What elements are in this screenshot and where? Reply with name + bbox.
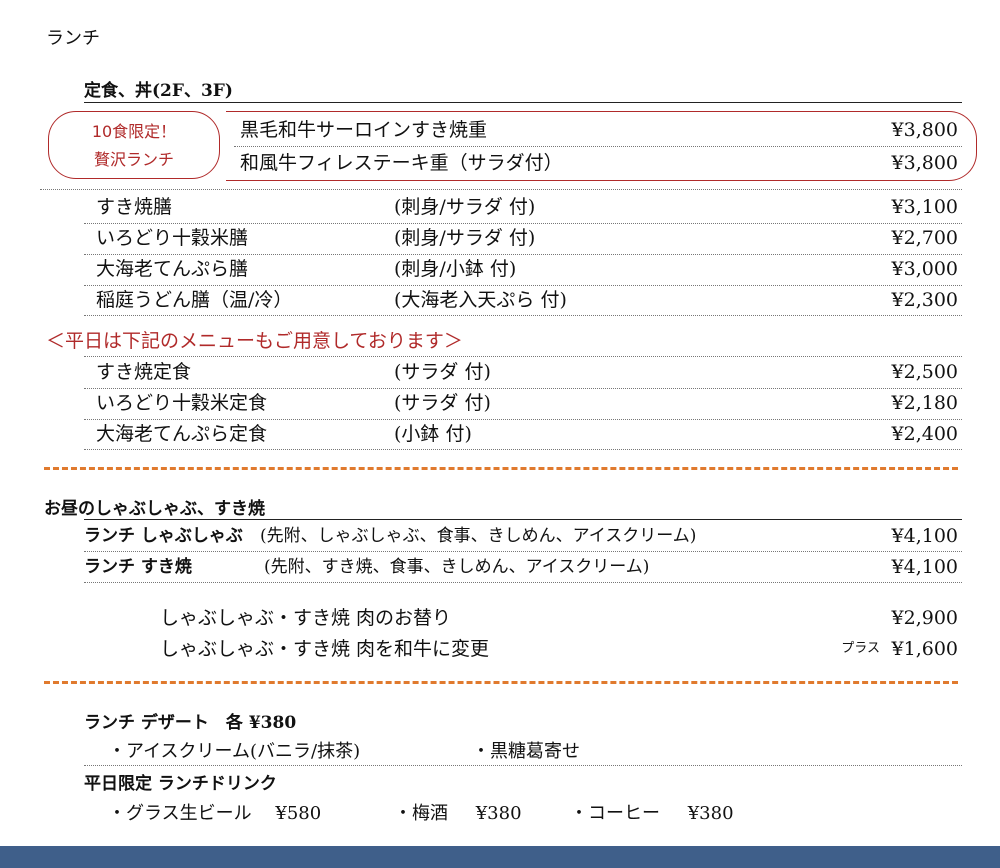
dessert-heading: ランチ デザート 各 ¥380: [84, 713, 297, 733]
item-price: ¥3,800: [891, 119, 958, 141]
option-name: しゃぶしゃぶ・すき焼 肉を和牛に変更: [160, 638, 490, 660]
divider: [84, 449, 962, 450]
item-price: ¥3,100: [891, 196, 958, 218]
drink-name: ・梅酒: [394, 803, 448, 824]
item-price: ¥2,500: [891, 361, 958, 383]
item-price: ¥4,100: [891, 525, 958, 547]
item-note: (小鉢 付): [394, 423, 472, 445]
item-price: ¥4,100: [891, 556, 958, 578]
item-note: (刺身/サラダ 付): [394, 227, 536, 249]
option-row: しゃぶしゃぶ・すき焼 肉を和牛に変更 プラス ¥1,600: [160, 634, 958, 664]
menu-row: 大海老てんぷら膳 (刺身/小鉢 付) ¥3,000: [96, 254, 958, 284]
menu-row: 和風牛フィレステーキ重（サラダ付） ¥3,800: [240, 148, 958, 178]
item-name: ランチ しゃぶしゃぶ: [84, 526, 243, 546]
drink-name: ・コーヒー: [570, 803, 660, 824]
dessert-item: ・アイスクリーム(バニラ/抹茶): [108, 741, 361, 762]
option-price: ¥1,600: [891, 638, 958, 660]
section-divider: [44, 681, 958, 684]
item-price: ¥2,180: [891, 392, 958, 414]
drink-heading: 平日限定 ランチドリンク: [84, 774, 277, 794]
item-name: すき焼定食: [96, 361, 192, 383]
item-name: いろどり十穀米定食: [96, 392, 268, 414]
drink-price: ¥580: [275, 803, 322, 824]
item-name: 和風牛フィレステーキ重（サラダ付）: [240, 152, 563, 174]
limited-callout: 10食限定！ 贅沢ランチ: [48, 111, 220, 179]
divider: [234, 146, 962, 147]
item-name: 大海老てんぷら定食: [96, 423, 268, 445]
callout-line1: 10食限定！: [91, 122, 177, 141]
section-heading-teishoku: 定食、丼(2F、3F): [84, 81, 233, 101]
footer-bar: [0, 846, 1000, 868]
item-name: いろどり十穀米膳: [96, 227, 249, 249]
menu-row: ランチ すき焼 (先附、すき焼、食事、きしめん、アイスクリーム) ¥4,100: [84, 552, 958, 582]
item-name: すき焼膳: [96, 196, 173, 218]
callout-line2: 贅沢ランチ: [93, 150, 174, 169]
menu-row: いろどり十穀米膳 (刺身/サラダ 付) ¥2,700: [96, 223, 958, 253]
divider: [40, 189, 962, 190]
menu-row: すき焼膳 (刺身/サラダ 付) ¥3,100: [96, 192, 958, 222]
menu-row: ランチ しゃぶしゃぶ (先附、しゃぶしゃぶ、食事、きしめん、アイスクリーム) ¥…: [84, 521, 958, 551]
item-price: ¥2,300: [891, 289, 958, 311]
drink-item: ・コーヒー ¥380: [570, 799, 734, 825]
option-price: ¥2,900: [891, 607, 958, 629]
item-price: ¥2,700: [891, 227, 958, 249]
option-prefix: プラス: [841, 641, 880, 656]
menu-row: 黒毛和牛サーロインすき焼重 ¥3,800: [240, 115, 958, 145]
item-note: (サラダ 付): [394, 361, 491, 383]
divider: [84, 765, 962, 766]
item-note: (刺身/小鉢 付): [394, 258, 517, 280]
divider: [84, 582, 962, 583]
drink-name: ・グラス生ビール: [108, 803, 252, 824]
item-name: 大海老てんぷら膳: [96, 258, 249, 280]
item-price: ¥2,400: [891, 423, 958, 445]
option-name: しゃぶしゃぶ・すき焼 肉のお替り: [160, 607, 452, 629]
drink-price: ¥380: [475, 803, 522, 824]
menu-row: いろどり十穀米定食 (サラダ 付) ¥2,180: [96, 388, 958, 418]
option-row: しゃぶしゃぶ・すき焼 肉のお替り ¥2,900: [160, 603, 958, 633]
drink-price: ¥380: [687, 803, 734, 824]
weekday-notice: ＜平日は下記のメニューもご用意しております＞: [46, 330, 463, 352]
drink-item: ・梅酒 ¥380: [394, 799, 522, 825]
item-note: (サラダ 付): [394, 392, 491, 414]
item-price: ¥3,000: [891, 258, 958, 280]
divider: [84, 315, 962, 316]
menu-row: すき焼定食 (サラダ 付) ¥2,500: [96, 357, 958, 387]
section-heading-shabu: お昼のしゃぶしゃぶ、すき焼: [44, 499, 265, 519]
item-note: (先附、しゃぶしゃぶ、食事、きしめん、アイスクリーム): [260, 526, 697, 546]
item-price: ¥3,800: [891, 152, 958, 174]
menu-row: 稲庭うどん膳（温/冷） (大海老入天ぷら 付) ¥2,300: [96, 285, 958, 315]
section-divider: [44, 467, 958, 470]
dessert-item: ・黒糖葛寄せ: [472, 741, 580, 762]
item-name: 黒毛和牛サーロインすき焼重: [240, 119, 488, 141]
divider: [84, 102, 962, 103]
item-note: (大海老入天ぷら 付): [394, 289, 567, 311]
drink-item: ・グラス生ビール ¥580: [108, 799, 321, 825]
item-name: 稲庭うどん膳（温/冷）: [96, 289, 293, 311]
item-note: (刺身/サラダ 付): [394, 196, 536, 218]
item-note: (先附、すき焼、食事、きしめん、アイスクリーム): [264, 557, 650, 577]
divider: [84, 519, 962, 520]
page-title: ランチ: [46, 28, 100, 49]
item-name: ランチ すき焼: [84, 557, 192, 577]
menu-row: 大海老てんぷら定食 (小鉢 付) ¥2,400: [96, 419, 958, 449]
